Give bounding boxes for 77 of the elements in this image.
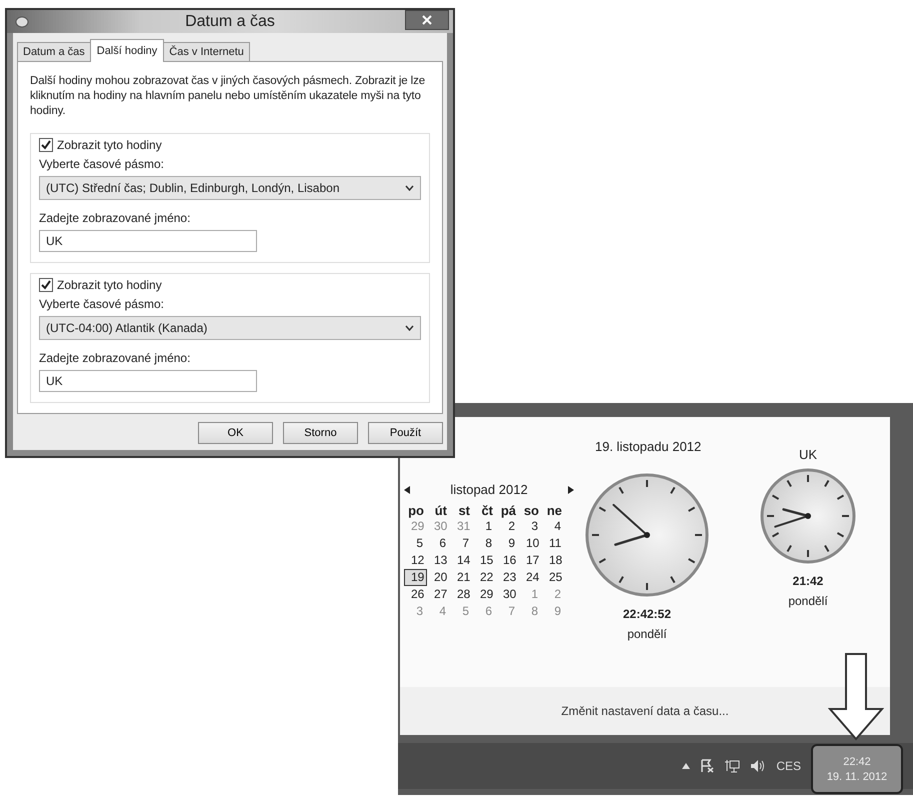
calendar-day[interactable]: 1 xyxy=(473,518,496,535)
calendar-day[interactable]: 6 xyxy=(427,535,450,552)
calendar-day[interactable]: 21 xyxy=(450,569,473,586)
language-indicator[interactable]: CES xyxy=(776,759,801,773)
calendar-day[interactable]: 23 xyxy=(496,569,519,586)
calendar-day[interactable]: 16 xyxy=(496,552,519,569)
tab[interactable]: Další hodiny xyxy=(90,39,164,62)
clock-app-icon xyxy=(15,16,29,28)
dialog-button[interactable]: Použít xyxy=(368,422,443,444)
calendar-day[interactable]: 7 xyxy=(450,535,473,552)
dialog-button[interactable]: OK xyxy=(198,422,273,444)
speaker-icon[interactable] xyxy=(750,759,766,773)
checkbox-label[interactable]: Zobrazit tyto hodiny xyxy=(57,138,162,152)
tab[interactable]: Čas v Internetu xyxy=(163,42,250,61)
previous-month-icon[interactable] xyxy=(404,486,410,494)
weekday-text: pondělí xyxy=(627,627,667,641)
timezone-label: Vyberte časové pásmo: xyxy=(39,157,165,171)
calendar-day[interactable]: 9 xyxy=(496,535,519,552)
calendar-day[interactable]: 24 xyxy=(519,569,542,586)
clock-caption: UK xyxy=(798,447,818,462)
weekday-label: st xyxy=(457,503,471,518)
calendar-day[interactable]: 10 xyxy=(519,535,542,552)
calendar-day[interactable]: 27 xyxy=(427,586,450,603)
weekday-label: po xyxy=(407,503,425,518)
calendar-day[interactable]: 26 xyxy=(404,586,427,603)
calendar-day[interactable]: 2 xyxy=(496,518,519,535)
calendar-day[interactable]: 20 xyxy=(427,569,450,586)
weekday-label: pá xyxy=(500,503,517,518)
calendar-day[interactable]: 3 xyxy=(519,518,542,535)
weekday-label: čt xyxy=(480,503,494,518)
month-title: listopad 2012 xyxy=(450,482,528,497)
calendar-day[interactable]: 29 xyxy=(473,586,496,603)
calendar-day[interactable]: 13 xyxy=(427,552,450,569)
clock-time: 21:42 xyxy=(792,574,824,588)
name-label: Zadejte zobrazované jméno: xyxy=(39,351,192,365)
calendar-day[interactable]: 18 xyxy=(542,552,565,569)
weekday-text: pondělí xyxy=(788,594,828,608)
timezone-label: Vyberte časové pásmo: xyxy=(39,297,165,311)
name-input-field[interactable]: UK xyxy=(39,230,257,252)
calendar-day[interactable]: 25 xyxy=(542,569,565,586)
flag-icon[interactable] xyxy=(700,759,714,773)
calendar-day[interactable]: 15 xyxy=(473,552,496,569)
checkbox-label[interactable]: Zobrazit tyto hodiny xyxy=(57,278,162,292)
calendar-day[interactable]: 28 xyxy=(450,586,473,603)
calendar-day[interactable]: 5 xyxy=(404,535,427,552)
checkbox[interactable] xyxy=(39,278,53,292)
description-text: Další hodiny mohou zobrazovat čas v jiných časových pásmech. Zobrazit je lze kliknutím na hodiny na hlavním panelu nebo umístěním ukazatele myši na tyto hodiny. xyxy=(30,74,426,119)
name-label: Zadejte zobrazované jméno: xyxy=(39,211,192,225)
timezone-dropdown[interactable]: (UTC-04:00) Atlantik (Kanada) xyxy=(39,316,421,340)
calendar-day[interactable]: 17 xyxy=(519,552,542,569)
name-input-field[interactable]: UK xyxy=(39,370,257,392)
clock-time: 22:42:52 xyxy=(622,607,672,621)
caret-icon xyxy=(405,185,414,191)
tab[interactable]: Datum a čas xyxy=(17,42,91,61)
show-hidden-icons-icon[interactable] xyxy=(682,763,690,769)
calendar-day[interactable]: 14 xyxy=(450,552,473,569)
calendar-day[interactable]: 19 xyxy=(404,569,427,586)
next-month-icon[interactable] xyxy=(568,486,574,494)
calendar-day[interactable]: 30 xyxy=(496,586,519,603)
window-title: Datum a čas xyxy=(185,12,275,30)
weekday-label: ne xyxy=(546,503,563,518)
network-icon[interactable] xyxy=(724,759,740,773)
calendar-day[interactable]: 8 xyxy=(473,535,496,552)
weekday-label: so xyxy=(522,503,540,518)
dialog-button[interactable]: Storno xyxy=(283,422,358,444)
calendar-day[interactable]: 22 xyxy=(473,569,496,586)
close-button[interactable] xyxy=(405,10,449,30)
checkbox[interactable] xyxy=(39,138,53,152)
calendar-day[interactable]: 12 xyxy=(404,552,427,569)
calendar-day[interactable]: 4 xyxy=(542,518,565,535)
date-title: 19. listopadu 2012 xyxy=(595,439,702,454)
caret-icon xyxy=(405,325,414,331)
calendar-day[interactable]: 11 xyxy=(542,535,565,552)
change-settings-link[interactable]: Změnit nastavení data a času... xyxy=(561,704,729,718)
timezone-dropdown[interactable]: (UTC) Střední čas; Dublin, Edinburgh, Londýn, Lisabon xyxy=(39,176,421,200)
close-icon xyxy=(422,15,432,25)
weekday-label: út xyxy=(434,503,448,518)
